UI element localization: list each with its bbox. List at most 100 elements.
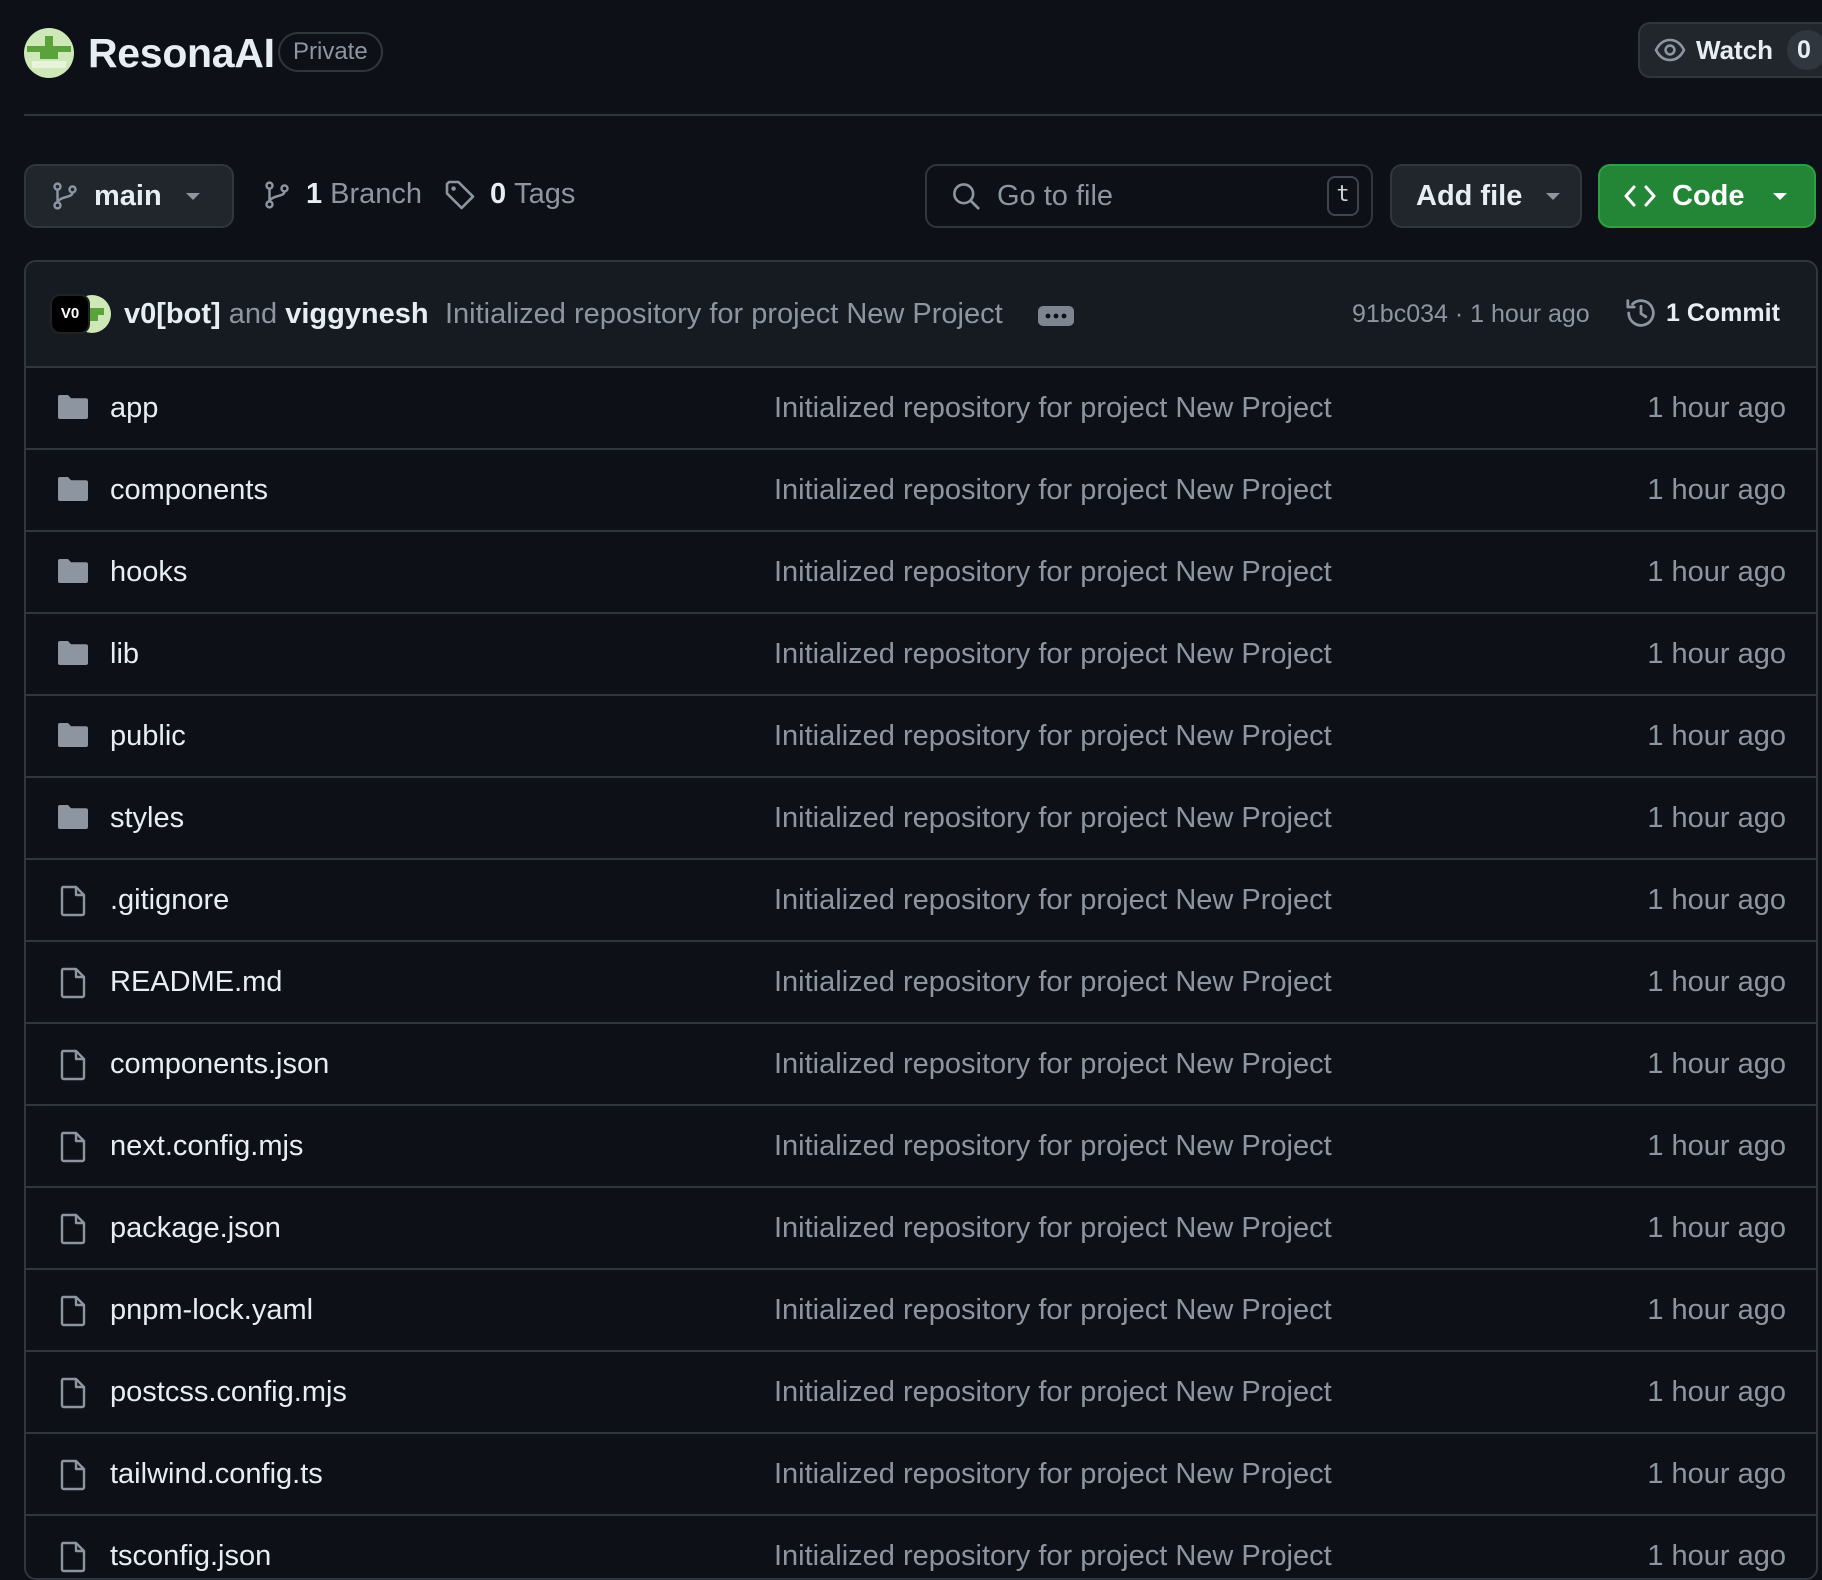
file-commit-message[interactable]: Initialized repository for project New P… <box>774 1048 1332 1081</box>
file-name[interactable]: hooks <box>110 556 187 589</box>
file-commit-time: 1 hour ago <box>1647 474 1786 506</box>
file-icon <box>58 1295 88 1327</box>
file-name[interactable]: tailwind.config.ts <box>110 1458 323 1491</box>
watch-label: Watch <box>1696 34 1774 65</box>
file-row[interactable]: hooks Initialized repository for project … <box>26 532 1816 614</box>
branch-label: Branch <box>330 178 423 210</box>
file-icon <box>58 1459 88 1491</box>
file-commit-message[interactable]: Initialized repository for project New P… <box>774 1294 1332 1327</box>
git-branch-icon <box>50 181 80 211</box>
file-row[interactable]: next.config.mjs Initialized repository fo… <box>26 1106 1816 1188</box>
file-commit-message[interactable]: Initialized repository for project New P… <box>774 802 1332 835</box>
file-commit-message[interactable]: Initialized repository for project New P… <box>774 1376 1332 1409</box>
folder-icon <box>56 475 90 503</box>
commit-count-label: 1 Commit <box>1666 298 1780 327</box>
repo-avatar[interactable] <box>24 28 74 78</box>
file-name[interactable]: app <box>110 392 158 425</box>
commit-message[interactable]: Initialized repository for project New P… <box>445 298 1003 331</box>
file-commit-time: 1 hour ago <box>1647 638 1786 670</box>
search-icon <box>951 181 981 211</box>
file-commit-time: 1 hour ago <box>1647 1376 1786 1408</box>
file-name[interactable]: components.json <box>110 1048 329 1081</box>
file-icon <box>58 1377 88 1409</box>
commit-author-bot[interactable]: v0[bot] <box>124 298 221 330</box>
commit-author-user[interactable]: viggynesh <box>285 298 428 330</box>
file-name[interactable]: lib <box>110 638 139 671</box>
tags-link[interactable]: 0 Tags <box>444 178 575 211</box>
commit-sha[interactable]: 91bc034 <box>1352 300 1448 328</box>
add-file-button[interactable]: Add file <box>1390 164 1582 228</box>
file-name[interactable]: next.config.mjs <box>110 1130 303 1163</box>
file-commit-time: 1 hour ago <box>1647 392 1786 424</box>
file-row[interactable]: postcss.config.mjs Initialized repository… <box>26 1352 1816 1434</box>
file-commit-time: 1 hour ago <box>1647 966 1786 998</box>
file-icon <box>58 1213 88 1245</box>
file-name[interactable]: .gitignore <box>110 884 229 917</box>
file-commit-message[interactable]: Initialized repository for project New P… <box>774 1130 1332 1163</box>
commits-link[interactable]: 1 Commit <box>1624 296 1780 330</box>
file-row[interactable]: pnpm-lock.yaml Initialized repository for… <box>26 1270 1816 1352</box>
git-branch-icon <box>262 180 292 210</box>
folder-icon <box>56 393 90 421</box>
file-commit-time: 1 hour ago <box>1647 720 1786 752</box>
commit-details-toggle[interactable] <box>1038 306 1074 326</box>
file-row[interactable]: .gitignore Initialized repository for pro… <box>26 860 1816 942</box>
v0-bot-avatar[interactable]: V0 <box>50 294 90 334</box>
file-row[interactable]: tsconfig.json Initialized repository for … <box>26 1516 1816 1578</box>
repo-name[interactable]: ResonaAI <box>88 30 275 77</box>
chevron-down-icon <box>1544 190 1562 202</box>
file-icon <box>58 967 88 999</box>
branch-selector[interactable]: main <box>24 164 234 228</box>
file-row[interactable]: package.json Initialized repository for p… <box>26 1188 1816 1270</box>
file-commit-message[interactable]: Initialized repository for project New P… <box>774 1540 1332 1573</box>
file-commit-message[interactable]: Initialized repository for project New P… <box>774 1458 1332 1491</box>
commit-authors: v0[bot] and viggynesh <box>124 298 429 331</box>
file-name[interactable]: styles <box>110 802 184 835</box>
go-to-file-input[interactable]: Go to file t <box>925 164 1373 228</box>
commit-sha-time[interactable]: 91bc034 · 1 hour ago <box>1352 300 1590 329</box>
file-row[interactable]: tailwind.config.ts Initialized repository… <box>26 1434 1816 1516</box>
branch-count: 1 <box>306 178 323 210</box>
file-commit-message[interactable]: Initialized repository for project New P… <box>774 474 1332 507</box>
tag-label: Tags <box>514 178 576 210</box>
file-row[interactable]: README.md Initialized repository for proj… <box>26 942 1816 1024</box>
commit-author-joiner: and <box>228 298 278 330</box>
file-name[interactable]: tsconfig.json <box>110 1540 271 1573</box>
visibility-badge: Private <box>278 32 383 72</box>
file-commit-message[interactable]: Initialized repository for project New P… <box>774 720 1332 753</box>
repo-header: ResonaAI Private Watch 0 <box>24 0 1822 116</box>
file-name[interactable]: pnpm-lock.yaml <box>110 1294 313 1327</box>
file-row[interactable]: public Initialized repository for project… <box>26 696 1816 778</box>
file-row[interactable]: styles Initialized repository for project… <box>26 778 1816 860</box>
file-commit-message[interactable]: Initialized repository for project New P… <box>774 556 1332 589</box>
file-commit-message[interactable]: Initialized repository for project New P… <box>774 1212 1332 1245</box>
ellipsis-icon <box>1045 313 1067 319</box>
file-name[interactable]: README.md <box>110 966 282 999</box>
folder-icon <box>56 721 90 749</box>
file-name[interactable]: public <box>110 720 186 753</box>
file-name[interactable]: package.json <box>110 1212 281 1245</box>
watch-button[interactable]: Watch 0 <box>1638 22 1822 78</box>
file-row[interactable]: components.json Initialized repository fo… <box>26 1024 1816 1106</box>
branches-link[interactable]: 1 Branch <box>262 178 422 211</box>
file-commit-message[interactable]: Initialized repository for project New P… <box>774 966 1332 999</box>
latest-commit-bar: V0 v0[bot] and viggynesh Initialized rep… <box>26 262 1816 368</box>
commit-avatars: V0 <box>50 294 112 334</box>
file-commit-message[interactable]: Initialized repository for project New P… <box>774 638 1332 671</box>
code-button[interactable]: Code <box>1598 164 1816 228</box>
file-row[interactable]: components Initialized repository for pro… <box>26 450 1816 532</box>
file-table: V0 v0[bot] and viggynesh Initialized rep… <box>24 260 1818 1580</box>
file-name[interactable]: components <box>110 474 268 507</box>
file-icon <box>58 885 88 917</box>
file-commit-time: 1 hour ago <box>1647 1048 1786 1080</box>
code-label: Code <box>1672 179 1745 212</box>
file-commit-time: 1 hour ago <box>1647 1130 1786 1162</box>
file-row[interactable]: app Initialized repository for project Ne… <box>26 368 1816 450</box>
file-name[interactable]: postcss.config.mjs <box>110 1376 347 1409</box>
file-row[interactable]: lib Initialized repository for project Ne… <box>26 614 1816 696</box>
file-list: app Initialized repository for project Ne… <box>26 368 1816 1578</box>
file-commit-message[interactable]: Initialized repository for project New P… <box>774 392 1332 425</box>
file-commit-message[interactable]: Initialized repository for project New P… <box>774 884 1332 917</box>
watch-count: 0 <box>1787 30 1822 70</box>
add-file-label: Add file <box>1416 179 1523 212</box>
